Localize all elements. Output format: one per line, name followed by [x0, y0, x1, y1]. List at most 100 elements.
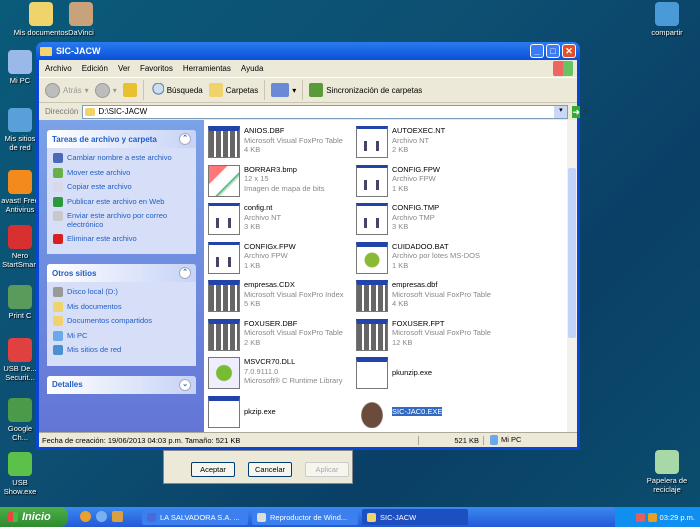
views-button[interactable]: ▾	[271, 83, 296, 97]
file-item[interactable]: pkunzip.exe	[356, 357, 506, 389]
file-item[interactable]: empresas.dbf Microsoft Visual FoxPro Tabl…	[356, 280, 506, 312]
taskbar-button[interactable]: SIC-JACW	[362, 509, 468, 525]
task-link[interactable]: Mis documentos	[53, 301, 190, 312]
task-link[interactable]: Mover este archivo	[53, 167, 190, 178]
desktop-icon[interactable]: Mis sitios de red	[0, 108, 40, 152]
address-dropdown[interactable]: ▾	[554, 105, 568, 118]
collapse-icon[interactable]: ⌃	[179, 133, 191, 145]
task-link[interactable]: Mis sitios de red	[53, 345, 190, 355]
file-item[interactable]: AUTOEXEC.NT Archivo NT 2 KB	[356, 126, 506, 158]
file-name: CUIDADOO.BAT	[392, 241, 449, 251]
file-item[interactable]: ANIOS.DBF Microsoft Visual FoxPro Table 4 …	[208, 126, 358, 158]
back-button[interactable]: Atrás ▾	[45, 82, 89, 98]
menu-item[interactable]: Ver	[118, 64, 130, 73]
details-header[interactable]: Detalles ⌄	[47, 375, 196, 394]
address-input[interactable]: D:\SIC-JACW ▾	[82, 104, 569, 119]
ie-icon[interactable]	[96, 511, 107, 522]
desktop-icon[interactable]: Print C	[0, 285, 40, 320]
task-link[interactable]: Cambiar nombre a este archivo	[53, 153, 190, 163]
desktop-icon[interactable]: avast! Free Antivirus	[0, 170, 40, 214]
expand-icon[interactable]: ⌄	[179, 378, 191, 391]
shortcut-icon	[655, 450, 679, 474]
file-item[interactable]: pkzip.exe	[208, 395, 358, 428]
file-type: 7.0.9111.0	[244, 366, 279, 376]
task-link[interactable]: Eliminar este archivo	[53, 233, 190, 244]
clock[interactable]: 03:29 p.m.	[660, 513, 695, 522]
file-item[interactable]: CONFIGx.FPW Archivo FPW 1 KB	[208, 241, 358, 274]
task-link[interactable]: Disco local (D:)	[53, 287, 190, 297]
desktop-icon[interactable]: USB Show.exe	[0, 452, 40, 496]
windows-logo-icon	[553, 61, 573, 76]
sync-button[interactable]: Sincronización de carpetas	[309, 83, 422, 97]
file-icon	[356, 395, 388, 428]
file-item[interactable]: SIC-JAC0.EXE	[356, 395, 506, 428]
file-item[interactable]: FOXUSER.FPT Microsoft Visual FoxPro Table…	[356, 318, 506, 351]
cancel-button[interactable]: Cancelar	[248, 462, 292, 477]
title-bar[interactable]: SIC-JACW _ □ ✕	[36, 42, 580, 60]
sync-icon	[309, 83, 324, 97]
task-link[interactable]: Documentos compartidos	[53, 316, 190, 326]
collapse-icon[interactable]: ⌃	[179, 267, 191, 279]
file-icon	[208, 241, 240, 274]
task-pane: Tareas de archivo y carpeta ⌃ Cambiar nom…	[39, 120, 204, 432]
file-name: CONFIG.FPW	[392, 164, 440, 174]
file-tasks-header[interactable]: Tareas de archivo y carpeta ⌃	[47, 130, 196, 148]
maximize-button[interactable]: □	[546, 44, 560, 58]
taskbar: Inicio LA SALVADORA S.A. ... Reproductor …	[0, 507, 700, 527]
menu-item[interactable]: Favoritos	[140, 64, 173, 73]
file-item[interactable]: config.nt Archivo NT 3 KB	[208, 203, 358, 235]
file-item[interactable]: CONFIG.FPW Archivo FPW 1 KB	[356, 164, 506, 197]
quick-launch-icon[interactable]	[112, 511, 123, 522]
scroll-thumb[interactable]	[568, 168, 576, 338]
ok-button[interactable]: Aceptar	[191, 462, 235, 477]
go-button[interactable]: ➜	[572, 105, 580, 118]
vertical-scrollbar[interactable]	[567, 120, 577, 432]
file-item[interactable]: FOXUSER.DBF Microsoft Visual FoxPro Table…	[208, 318, 358, 351]
desktop-icon[interactable]: USB De... Securit...	[0, 338, 40, 382]
start-button[interactable]: Inicio	[0, 507, 68, 527]
menu-item[interactable]: Ayuda	[241, 64, 264, 73]
tray-icon[interactable]	[635, 512, 645, 522]
desktop-icon[interactable]: DaVinci	[50, 2, 112, 37]
network-icon	[53, 345, 63, 355]
desktop-icon[interactable]: Nero StartSmart	[0, 225, 40, 269]
file-item[interactable]: MSVCR70.DLL 7.0.9111.0 Microsoft® C Runtim…	[208, 357, 358, 389]
file-item[interactable]: BORRAR3.bmp 12 x 15 Imagen de mapa de bits	[208, 164, 358, 197]
chrome-icon[interactable]	[80, 511, 91, 522]
delete-icon	[53, 233, 63, 244]
task-link[interactable]: Publicar este archivo en Web	[53, 196, 190, 207]
desktop-icon[interactable]: Mi PC	[0, 50, 40, 85]
desktop-icon-label: Nero StartSmart	[2, 251, 38, 269]
forward-button[interactable]: ▾	[94, 82, 117, 98]
task-link[interactable]: Mi PC	[53, 330, 190, 341]
disk-icon	[53, 287, 63, 297]
menu-item[interactable]: Herramientas	[183, 64, 231, 73]
close-button[interactable]: ✕	[562, 44, 576, 58]
file-name: FOXUSER.DBF	[244, 318, 298, 328]
desktop-icon[interactable]: compartir	[636, 2, 698, 37]
desktop-icon[interactable]: Google Ch...	[0, 398, 40, 442]
file-item[interactable]: empresas.CDX Microsoft Visual FoxPro Inde…	[208, 280, 358, 312]
file-item[interactable]: CONFIG.TMP Archivo TMP 3 KB	[356, 203, 506, 235]
file-item[interactable]: CUIDADOO.BAT Archivo por lotes MS-DOS 1 KB	[356, 241, 506, 274]
go-label[interactable]: Ir	[584, 107, 589, 116]
desktop-icon[interactable]: Papelera de reciclaje	[636, 450, 698, 494]
minimize-button[interactable]: _	[530, 44, 544, 58]
file-size: 2 KB	[392, 145, 409, 154]
apply-button[interactable]: Aplicar	[305, 462, 349, 477]
taskbar-button[interactable]: Reproductor de Wind...	[252, 509, 358, 525]
folders-button[interactable]: Carpetas	[208, 83, 258, 97]
other-places-header[interactable]: Otros sitios ⌃	[47, 264, 196, 282]
taskbar-button[interactable]: LA SALVADORA S.A. ...	[142, 509, 248, 525]
app-icon	[147, 512, 156, 522]
search-button[interactable]: Búsqueda	[149, 83, 203, 97]
menu-item[interactable]: Edición	[82, 64, 108, 73]
file-size: 3 KB	[244, 222, 261, 231]
task-link[interactable]: Copiar este archivo	[53, 182, 190, 192]
menu-item[interactable]: Archivo	[45, 64, 72, 73]
shortcut-icon	[69, 2, 93, 26]
desktop-icon-label: Mi PC	[9, 76, 31, 85]
up-folder-icon[interactable]	[122, 83, 137, 97]
task-link[interactable]: Enviar este archivo por correo electróni…	[53, 211, 190, 229]
tray-icon[interactable]	[647, 512, 657, 522]
